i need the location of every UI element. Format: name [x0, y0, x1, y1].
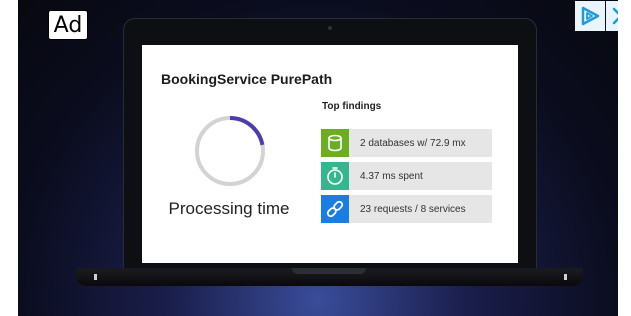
finding-item: 4.37 ms spent	[321, 162, 492, 190]
processing-ring	[195, 116, 265, 186]
stopwatch-icon	[321, 162, 349, 190]
page-title: BookingService PurePath	[161, 71, 333, 87]
laptop-lid: BookingService PurePath Processing time …	[123, 18, 537, 269]
finding-text: 4.37 ms spent	[360, 170, 423, 182]
ad-frame[interactable]: Ad BookingService PurePath Processing ti…	[18, 0, 618, 316]
laptop-foot	[94, 274, 97, 280]
finding-text: 23 requests / 8 services	[360, 203, 466, 215]
findings-heading: Top findings	[322, 101, 382, 112]
close-icon[interactable]	[606, 1, 618, 31]
laptop-base	[76, 268, 583, 286]
ad-badge: Ad	[48, 10, 88, 40]
adchoices-icon[interactable]	[575, 1, 605, 31]
laptop-foot	[564, 274, 567, 280]
finding-text: 2 databases w/ 72.9 mx	[360, 137, 466, 149]
database-icon	[321, 129, 349, 157]
link-icon	[321, 195, 349, 223]
finding-item: 23 requests / 8 services	[321, 195, 492, 223]
webcam	[328, 26, 332, 30]
laptop-notch	[292, 268, 366, 274]
processing-label: Processing time	[168, 199, 290, 218]
finding-item: 2 databases w/ 72.9 mx	[321, 129, 492, 157]
laptop-screen: BookingService PurePath Processing time …	[142, 45, 518, 263]
